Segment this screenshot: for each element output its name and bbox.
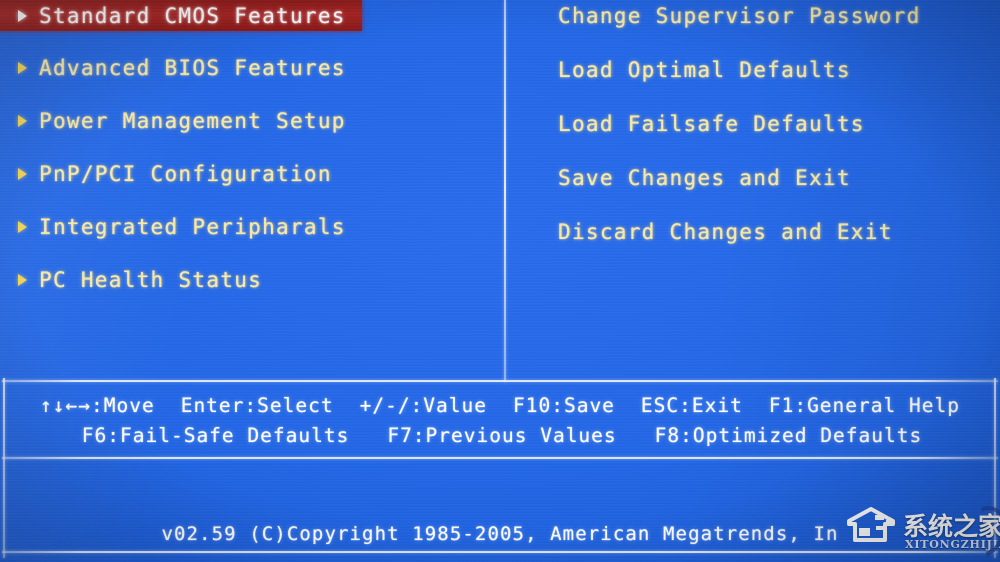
menu-item-load-optimal-defaults[interactable]: Load Optimal Defaults	[506, 54, 1000, 86]
menu-item-discard-changes-and-exit[interactable]: Discard Changes and Exit	[506, 216, 1000, 248]
right-triangle-icon	[18, 274, 27, 286]
menu-item-advanced-bios-features[interactable]: Advanced BIOS Features	[0, 52, 500, 84]
menu-item-standard-cmos-features[interactable]: Standard CMOS Features	[0, 0, 362, 31]
help-key-f10-save: F10:Save	[513, 393, 615, 417]
footer: v02.59 (C)Copyright 1985-2005, American …	[0, 523, 1000, 545]
help-bar-row-1: ↑↓←→:Move Enter:Select +/-/:Value F10:Sa…	[0, 390, 1000, 420]
help-key-enter-select: Enter:Select	[180, 393, 334, 417]
menu-item-label: PC Health Status	[39, 268, 263, 292]
right-triangle-icon	[18, 115, 27, 127]
menu-item-label: PnP/PCI Configuration	[39, 162, 332, 186]
menu-column-right: Change Supervisor Password Load Optimal …	[506, 0, 1000, 270]
right-triangle-icon	[18, 168, 27, 180]
help-key-esc-exit: ESC:Exit	[640, 393, 743, 417]
help-key-move: ↑↓←→:Move	[40, 393, 155, 417]
help-bar-top-divider	[2, 380, 998, 382]
help-bar-bottom-divider	[2, 457, 998, 459]
right-triangle-icon	[18, 62, 27, 74]
menu-item-change-supervisor-password[interactable]: Change Supervisor Password	[506, 0, 1000, 32]
menu-item-pnp-pci-configuration[interactable]: PnP/PCI Configuration	[0, 158, 500, 190]
menu-item-label: Load Failsafe Defaults	[558, 112, 865, 136]
menu-item-label: Save Changes and Exit	[558, 166, 851, 190]
help-key-f7-previous-values: F7:Previous Values	[387, 423, 617, 447]
menu-item-power-management-setup[interactable]: Power Management Setup	[0, 105, 500, 137]
menu-item-label: Change Supervisor Password	[558, 4, 921, 28]
menu-item-label: Discard Changes and Exit	[558, 220, 893, 244]
bios-setup-screen: Standard CMOS Features Advanced BIOS Fea…	[0, 0, 1000, 562]
right-triangle-icon	[18, 221, 27, 233]
menu-item-pc-health-status[interactable]: PC Health Status	[0, 264, 500, 296]
menu-item-label: Standard CMOS Features	[39, 3, 346, 28]
help-key-f6-failsafe-defaults: F6:Fail-Safe Defaults	[81, 423, 350, 447]
menu-item-save-changes-and-exit[interactable]: Save Changes and Exit	[506, 162, 1000, 194]
help-key-value: +/-/:Value	[359, 393, 487, 417]
menu-item-load-failsafe-defaults[interactable]: Load Failsafe Defaults	[506, 108, 1000, 140]
copyright-text: v02.59 (C)Copyright 1985-2005, American …	[161, 523, 839, 545]
help-bar-row-2: F6:Fail-Safe Defaults F7:Previous Values…	[0, 420, 1000, 450]
menu-item-label: Integrated Peripharals	[39, 215, 346, 239]
menu-item-integrated-peripharals[interactable]: Integrated Peripharals	[0, 211, 500, 243]
help-key-f8-optimized-defaults: F8:Optimized Defaults	[654, 423, 923, 447]
footer-divider	[2, 551, 998, 553]
help-bar: ↑↓←→:Move Enter:Select +/-/:Value F10:Sa…	[0, 390, 1000, 450]
help-key-f1-general-help: F1:General Help	[768, 393, 960, 417]
menu-item-label: Power Management Setup	[39, 109, 346, 133]
menu-item-label: Advanced BIOS Features	[39, 56, 346, 80]
menu-item-label: Load Optimal Defaults	[558, 58, 851, 82]
right-triangle-icon	[18, 9, 27, 22]
menu-column-left: Standard CMOS Features Advanced BIOS Fea…	[0, 0, 500, 317]
